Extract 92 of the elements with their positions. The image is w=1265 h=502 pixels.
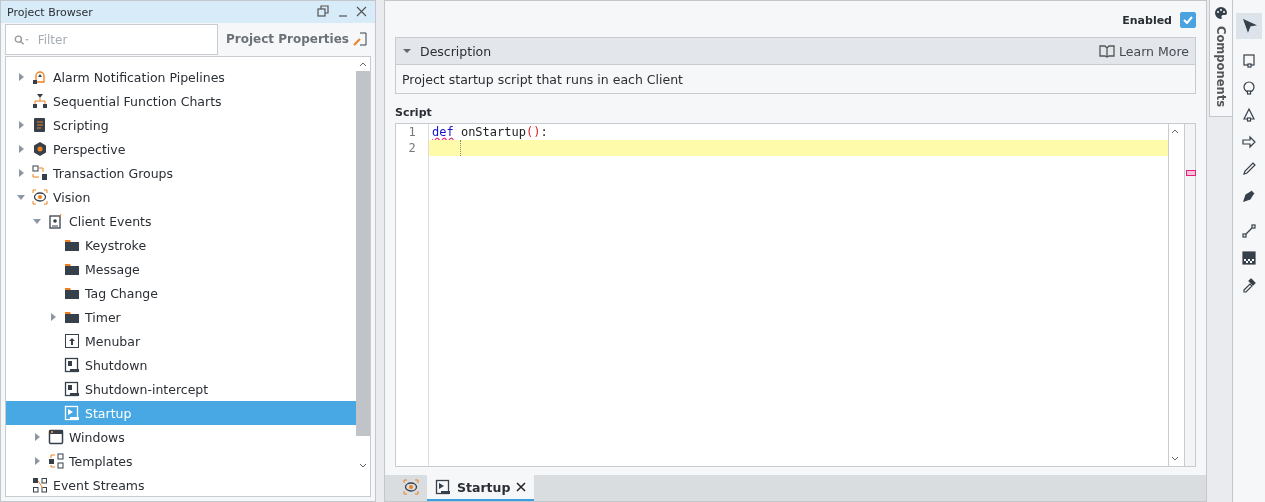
tree-item[interactable]: Templates [6, 449, 356, 473]
window-upload-icon [64, 333, 80, 349]
event-streams-icon [32, 477, 48, 493]
expand-arrow-icon[interactable] [32, 432, 42, 442]
pen-icon [1241, 188, 1257, 204]
panel-title: Project Browser [7, 5, 94, 19]
tool-button[interactable] [1236, 13, 1262, 39]
tree-item[interactable]: Shutdown-intercept [6, 377, 356, 401]
description-text: Project startup script that runs in each Client [396, 64, 1195, 93]
enabled-checkbox[interactable] [1180, 12, 1196, 28]
tree-item[interactable]: Alarm Notification Pipelines [6, 65, 356, 89]
tree-item[interactable]: Client Events [6, 209, 356, 233]
tree-item[interactable]: Event Streams [6, 473, 356, 496]
tree-item[interactable]: Timer [6, 305, 356, 329]
code-token: onStartup [459, 125, 526, 139]
triangle-icon [1241, 107, 1257, 123]
pointer-icon [1241, 18, 1257, 34]
folder-icon [64, 309, 80, 325]
scroll-up-icon[interactable] [1171, 128, 1179, 134]
arrow-icon [1241, 134, 1257, 150]
tree-item[interactable]: Perspective [6, 137, 356, 161]
tree-item[interactable]: Scripting [6, 113, 356, 137]
expand-arrow-icon[interactable] [16, 144, 26, 154]
expand-arrow-icon[interactable] [48, 312, 58, 322]
code-editor[interactable]: 1 2 def onStartup(): [395, 123, 1196, 467]
folder-icon [64, 285, 80, 301]
expand-arrow-icon[interactable] [16, 120, 26, 130]
scroll-up-icon[interactable] [359, 61, 367, 67]
transaction-icon [32, 165, 48, 181]
tree-item[interactable]: Shutdown [6, 353, 356, 377]
tree-item[interactable]: Transaction Groups [6, 161, 356, 185]
line-number: 1 [407, 124, 417, 140]
check-icon [1183, 16, 1193, 24]
expand-arrow-icon[interactable] [16, 168, 26, 178]
window-controls-icon[interactable] [317, 5, 369, 19]
play-document-icon [64, 405, 80, 421]
folder-icon [64, 237, 80, 253]
editor-tab[interactable]: Startup [427, 475, 535, 501]
close-icon[interactable] [516, 482, 527, 492]
client-events-icon [48, 213, 64, 229]
scrollbar[interactable] [1168, 124, 1181, 466]
script-label: Script [395, 106, 433, 119]
description-header[interactable]: Description Learn More [396, 38, 1195, 64]
document-icon [64, 357, 80, 373]
ellipse-icon [1241, 80, 1257, 96]
tree-item[interactable]: Keystroke [6, 233, 356, 257]
rectangle-icon [1241, 53, 1257, 69]
eye-icon [32, 189, 48, 205]
code-token: : [540, 125, 548, 139]
palette-icon [1214, 6, 1228, 20]
enabled-label: Enabled [1122, 13, 1172, 27]
description-title: Description [420, 43, 493, 59]
eyedropper-icon [1241, 277, 1257, 293]
tree-item[interactable]: Message [6, 257, 356, 281]
hexagon-icon [32, 141, 48, 157]
scrollbar[interactable] [356, 57, 370, 496]
script-icon [32, 117, 48, 133]
code-token: () [525, 125, 541, 139]
eye-icon [403, 479, 419, 495]
line-icon [1241, 223, 1257, 239]
collapse-arrow-icon[interactable] [32, 216, 42, 226]
code-token: def [432, 125, 454, 139]
tree-item[interactable]: Windows [6, 425, 356, 449]
pencil-icon [1241, 161, 1257, 177]
components-tab[interactable]: Components [1209, 0, 1232, 117]
expand-arrow-icon[interactable] [16, 72, 26, 82]
learn-more-link[interactable]: Learn More [1099, 43, 1189, 59]
document-icon [64, 381, 80, 397]
project-properties-button[interactable]: Project Properties [218, 23, 375, 55]
tree-item[interactable]: Menubar [6, 329, 356, 353]
scroll-down-icon[interactable] [1171, 456, 1179, 462]
line-number: 2 [407, 140, 417, 156]
error-marker[interactable] [1186, 170, 1196, 176]
filter-box[interactable]: Filter [5, 24, 218, 55]
collapse-arrow-icon[interactable] [16, 192, 26, 202]
book-icon [1099, 44, 1116, 58]
play-document-icon [435, 479, 451, 495]
templates-icon [48, 453, 64, 469]
tree-item[interactable]: Tag Change [6, 281, 356, 305]
flow-chart-icon [32, 93, 48, 109]
tree-item[interactable]: Vision [6, 185, 356, 209]
gradient-icon [1241, 250, 1257, 266]
search-icon [14, 33, 30, 46]
window-icon [48, 429, 64, 445]
scroll-down-icon[interactable] [359, 463, 367, 469]
expand-arrow-icon[interactable] [32, 456, 42, 466]
filter-field[interactable]: Filter [35, 31, 209, 48]
collapse-arrow-icon [402, 46, 412, 56]
bell-arrow-icon [32, 69, 48, 85]
edit-properties-icon [353, 32, 367, 46]
tree-item[interactable]: Sequential Function Charts [6, 89, 356, 113]
folder-icon [64, 261, 80, 277]
